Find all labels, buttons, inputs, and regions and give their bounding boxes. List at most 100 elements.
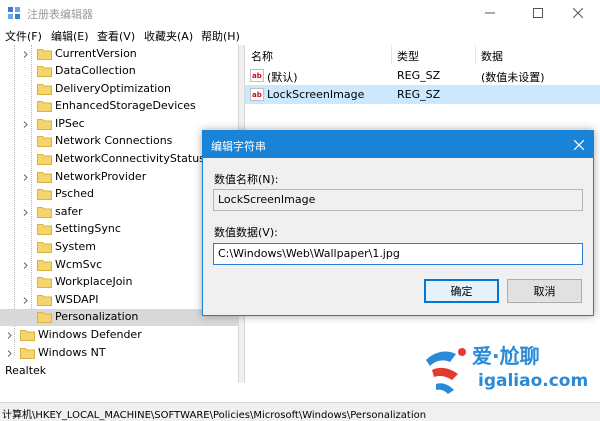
dialog-title: 编辑字符串 [211, 140, 266, 153]
tree-item-enhancedstoragedevices[interactable]: EnhancedStorageDevices [0, 98, 238, 115]
folder-icon [37, 66, 52, 77]
list-row-default[interactable]: ab (默认) REG_SZ (数值未设置) [245, 66, 600, 85]
folder-icon [37, 207, 52, 218]
folder-icon [37, 295, 52, 306]
tree-item-label: Psched [55, 187, 94, 200]
list-row-lockscreenimage[interactable]: ab LockScreenImage REG_SZ [245, 85, 600, 104]
folder-icon [37, 277, 52, 288]
watermark-logo-icon [426, 348, 466, 394]
tree-item-windows-nt[interactable]: Windows NT [0, 345, 238, 362]
watermark-site: igaliao.com [478, 371, 589, 391]
value-name-label: 数值名称(N): [214, 173, 279, 186]
tree-item-label: DeliveryOptimization [55, 82, 172, 95]
tree-item-deliveryoptimization[interactable]: DeliveryOptimization [0, 81, 238, 98]
tree-item-label: WSDAPI [55, 293, 99, 306]
value-data-input[interactable]: C:\Windows\Web\Wallpaper\1.jpg [213, 243, 583, 265]
value-data-label: 数值数据(V): [214, 226, 278, 239]
svg-text:ab: ab [252, 91, 262, 99]
column-separator[interactable] [391, 45, 392, 64]
minimize-button[interactable] [468, 0, 512, 26]
tree-item-windows-defender[interactable]: Windows Defender [0, 327, 238, 344]
column-header-data[interactable]: 数据 [481, 48, 503, 64]
chevron-right-icon[interactable] [22, 174, 29, 181]
folder-icon [37, 189, 52, 200]
tree-item-label: System [55, 240, 97, 253]
tree-item-label: DataCollection [55, 64, 136, 77]
tree-item-label: Windows NT [38, 346, 106, 359]
folder-icon [37, 172, 52, 183]
chevron-right-icon[interactable] [6, 332, 13, 339]
tree-item-label: WorkplaceJoin [55, 275, 133, 288]
close-icon [573, 8, 583, 18]
folder-icon [37, 49, 52, 60]
tree-item-label: IPSec [55, 117, 85, 130]
chevron-right-icon[interactable] [22, 209, 29, 216]
menu-file[interactable]: 文件(F) [5, 28, 42, 44]
tree-item-label: Network Connections [55, 134, 173, 147]
dialog-close-button[interactable] [569, 135, 589, 155]
folder-icon [37, 242, 52, 253]
tree-item-realtek[interactable]: Realtek [0, 363, 238, 380]
folder-icon [37, 136, 52, 147]
registry-path: 计算机\HKEY_LOCAL_MACHINE\SOFTWARE\Policies… [2, 410, 427, 421]
value-type: REG_SZ [397, 69, 441, 82]
column-separator[interactable] [475, 45, 476, 64]
menu-edit[interactable]: 编辑(E) [51, 28, 89, 44]
tree-item-label: Windows Defender [38, 328, 142, 341]
maximize-button[interactable] [516, 0, 560, 26]
folder-icon [37, 224, 52, 235]
title-bar[interactable]: 注册表编辑器 [0, 0, 600, 26]
tree-item-label: CurrentVersion [55, 47, 137, 60]
tree-item-datacollection[interactable]: DataCollection [0, 63, 238, 80]
window-title: 注册表编辑器 [27, 8, 93, 21]
tree-item-label: EnhancedStorageDevices [55, 99, 196, 112]
menu-bar: 文件(F) 编辑(E) 查看(V) 收藏夹(A) 帮助(H) [0, 26, 600, 45]
folder-icon [37, 84, 52, 95]
value-data: (数值未设置) [481, 71, 545, 84]
folder-icon [20, 330, 35, 341]
chevron-right-icon[interactable] [22, 51, 29, 58]
value-name: (默认) [267, 71, 298, 84]
tree-item-label: SettingSync [55, 222, 121, 235]
folder-icon [20, 348, 35, 359]
chevron-right-icon[interactable] [22, 297, 29, 304]
maximize-icon [533, 8, 543, 18]
folder-icon [37, 119, 52, 130]
dialog-title-bar[interactable]: 编辑字符串 [203, 131, 593, 158]
tree-item-label: WcmSvc [55, 258, 103, 271]
tree-item-label: Realtek [5, 364, 47, 377]
status-bar: 计算机\HKEY_LOCAL_MACHINE\SOFTWARE\Policies… [0, 402, 600, 421]
minimize-icon [485, 12, 495, 14]
ok-button[interactable]: 确定 [424, 279, 499, 303]
string-value-icon: ab [250, 88, 264, 101]
value-name: LockScreenImage [267, 88, 365, 101]
cancel-button[interactable]: 取消 [507, 279, 582, 303]
edit-string-dialog[interactable]: 编辑字符串 数值名称(N): LockScreenImage 数值数据(V): … [202, 130, 594, 316]
chevron-right-icon[interactable] [22, 121, 29, 128]
menu-help[interactable]: 帮助(H) [201, 28, 240, 44]
tree-item-label: NetworkProvider [55, 170, 147, 183]
folder-icon [37, 154, 52, 165]
tree-item-currentversion[interactable]: CurrentVersion [0, 46, 238, 63]
svg-text:ab: ab [252, 72, 262, 80]
chevron-right-icon[interactable] [6, 350, 13, 357]
watermark-brand-name: 爱·尬聊 [472, 344, 540, 368]
list-header: 名称 类型 数据 [245, 45, 600, 64]
column-header-name[interactable]: 名称 [251, 48, 273, 64]
menu-view[interactable]: 查看(V) [97, 28, 135, 44]
folder-open-icon [37, 312, 52, 323]
watermark: 爱·尬聊 igaliao.com [420, 338, 600, 402]
folder-icon [37, 101, 52, 112]
folder-icon [37, 260, 52, 271]
menu-favorites[interactable]: 收藏夹(A) [144, 28, 193, 44]
column-header-type[interactable]: 类型 [397, 48, 419, 64]
chevron-right-icon[interactable] [22, 262, 29, 269]
registry-editor-icon [8, 7, 20, 19]
value-type: REG_SZ [397, 88, 441, 101]
tree-item-label: safer [55, 205, 83, 218]
close-button[interactable] [556, 0, 600, 26]
value-name-field: LockScreenImage [213, 189, 583, 211]
close-icon [574, 140, 584, 150]
string-value-icon: ab [250, 69, 264, 82]
tree-item-label: Personalization [55, 310, 139, 323]
